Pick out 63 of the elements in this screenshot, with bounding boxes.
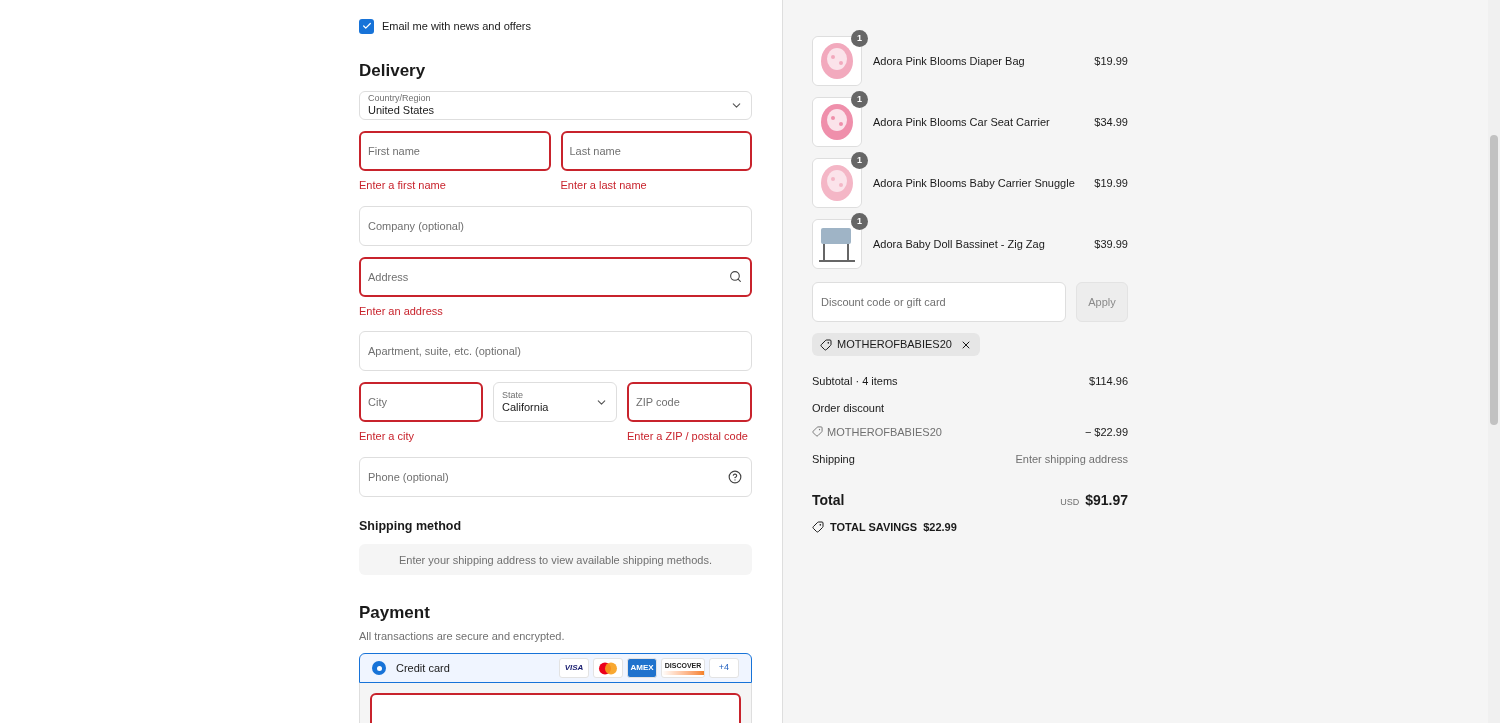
savings-value: $22.99: [923, 519, 957, 535]
savings-label: TOTAL SAVINGS: [830, 519, 918, 535]
error-message: Enter a first name: [359, 178, 447, 194]
input-field[interactable]: First name: [359, 131, 551, 172]
input-field[interactable]: [370, 693, 741, 723]
field-label: Country/Region: [368, 93, 432, 105]
product-price: $19.99: [1094, 175, 1128, 191]
field-label: State: [502, 389, 524, 401]
input-field[interactable]: City: [359, 382, 483, 423]
input-field[interactable]: Last name: [560, 131, 752, 172]
tag-icon: [820, 338, 832, 351]
section-subtitle: All transactions are secure and encrypted.: [359, 628, 566, 644]
error-message: Enter a city: [359, 429, 416, 445]
error-message: Enter an address: [359, 303, 444, 319]
quantity-badge: 1: [851, 91, 868, 108]
summary-label: Subtotal · 4 items: [812, 373, 898, 389]
field-value: United States: [368, 104, 436, 119]
tag-icon: [812, 520, 824, 533]
tag-icon: [812, 426, 823, 438]
summary-value: $114.96: [1089, 373, 1128, 389]
quantity-badge: 1: [851, 213, 868, 230]
summary-label: Shipping: [812, 452, 855, 467]
amex-card-logo: AMEX: [627, 658, 657, 679]
currency-code: USD: [1060, 495, 1080, 509]
select-field[interactable]: Country/Region United States: [359, 91, 752, 121]
product-name: Adora Pink Blooms Car Seat Carrier: [873, 114, 1051, 130]
product-name: Adora Pink Blooms Diaper Bag: [873, 53, 1026, 69]
product-name: Adora Pink Blooms Baby Carrier Snuggle: [873, 175, 1076, 191]
scrollbar-thumb[interactable]: [1490, 135, 1498, 425]
input-field[interactable]: ZIP code: [627, 382, 752, 423]
section-heading: Payment: [359, 602, 431, 625]
error-message: Enter a ZIP / postal code: [627, 429, 749, 445]
input-field[interactable]: Address: [359, 256, 752, 297]
product-name: Adora Baby Doll Bassinet - Zig Zag: [873, 236, 1046, 252]
section-heading: Delivery: [359, 59, 427, 82]
product-price: $39.99: [1094, 236, 1128, 252]
checkbox-label: Email me with news and offers: [382, 19, 531, 34]
shipping-message: Enter your shipping address to view available shipping methods.: [359, 544, 752, 576]
product-price: $34.99: [1094, 114, 1128, 130]
checkbox[interactable]: [359, 18, 374, 34]
total-label: Total: [812, 490, 845, 510]
select-field[interactable]: State California: [493, 382, 617, 423]
error-message: Enter a last name: [560, 178, 648, 194]
discount-code: MOTHEROFBABIES20: [827, 424, 942, 440]
field-value: California: [502, 400, 550, 415]
product-price: $19.99: [1094, 53, 1128, 69]
payment-option-label: Credit card: [396, 660, 451, 676]
summary-label: Order discount: [812, 401, 886, 416]
check-icon: [361, 21, 372, 32]
section-heading: Shipping method: [359, 517, 463, 535]
summary-value: − $22.99: [1084, 424, 1128, 440]
radio-button[interactable]: [372, 661, 386, 676]
total-value: $91.97: [1085, 490, 1128, 510]
discount-field[interactable]: Discount code or gift card: [812, 282, 1066, 322]
visa-card-logo: VISA: [559, 658, 589, 679]
discount-code: MOTHEROFBABIES20: [837, 337, 952, 353]
mastercard-logo: [593, 658, 623, 679]
search-icon: [729, 269, 742, 283]
quantity-badge: 1: [851, 30, 868, 47]
more-cards-badge: +4: [709, 658, 739, 679]
help-icon[interactable]: [728, 469, 742, 484]
summary-value: Enter shipping address: [1015, 452, 1128, 467]
quantity-badge: 1: [851, 152, 868, 169]
